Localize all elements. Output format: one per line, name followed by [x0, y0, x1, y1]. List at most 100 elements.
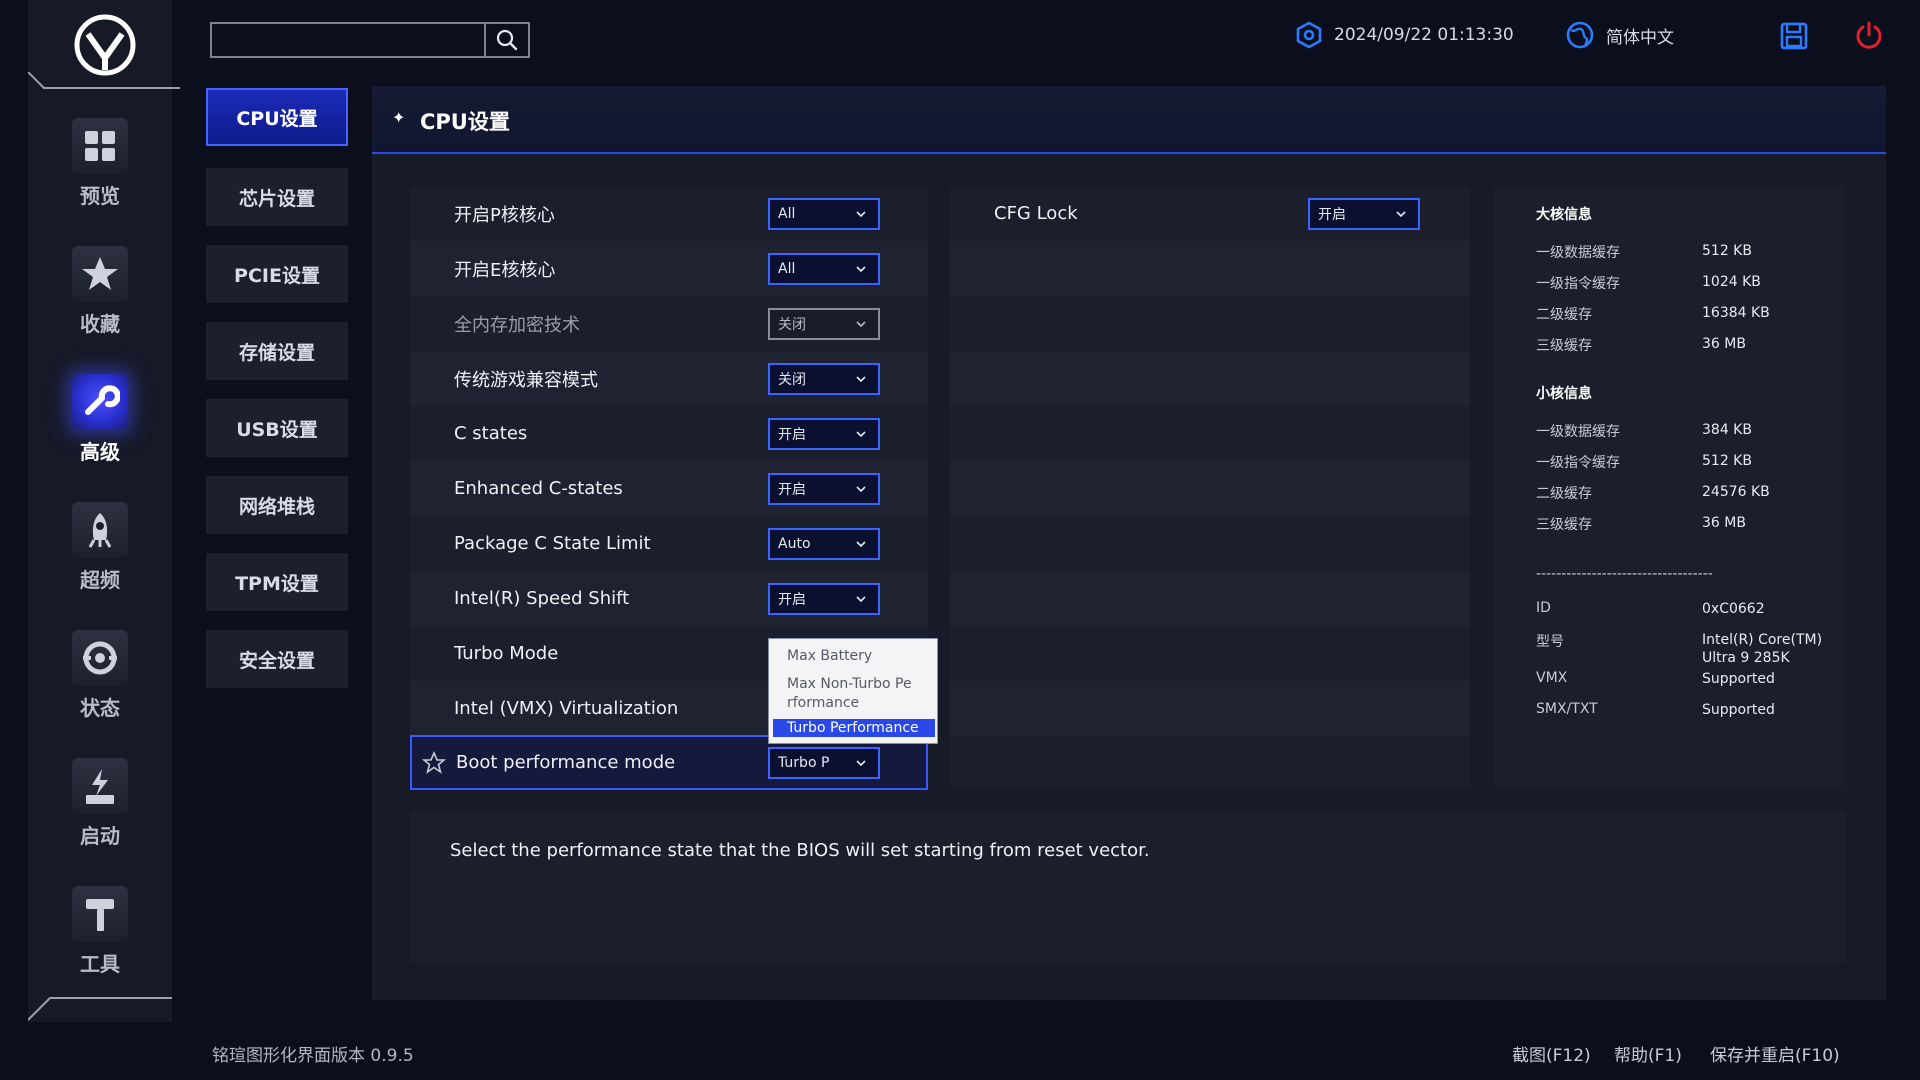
star-icon — [72, 246, 128, 302]
dropdown-option[interactable]: Max Battery — [773, 647, 935, 665]
tab-cpu-settings[interactable]: CPU设置 — [206, 88, 348, 146]
dropdown-option[interactable]: rformance — [773, 694, 935, 712]
nav-item-boot[interactable]: 启动 — [28, 758, 172, 868]
setting-row[interactable]: Intel(R) Speed Shift 开启 — [410, 571, 928, 626]
tab-storage-settings[interactable]: 存储设置 — [206, 322, 348, 380]
chevron-down-icon — [856, 265, 866, 272]
dropdown-option-selected[interactable]: Turbo Performance — [773, 719, 935, 737]
setting-row[interactable]: 开启P核核心 All — [410, 186, 928, 241]
search-input[interactable] — [210, 22, 486, 58]
info-key: 一级指令缓存 — [1536, 455, 1620, 471]
info-value: 512 KB — [1702, 243, 1752, 259]
search-button[interactable] — [484, 22, 530, 58]
info-key: 一级数据缓存 — [1536, 424, 1620, 440]
nav-label: 高级 — [80, 440, 120, 464]
tab-security-settings[interactable]: 安全设置 — [206, 630, 348, 688]
setting-label: 传统游戏兼容模式 — [454, 369, 598, 391]
tab-pcie-settings[interactable]: PCIE设置 — [206, 245, 348, 303]
setting-dropdown[interactable]: 开启 — [768, 417, 880, 450]
empty-row — [950, 516, 1470, 571]
nav-label: 状态 — [80, 696, 120, 720]
help-key[interactable]: 帮助(F1) — [1614, 1041, 1682, 1066]
chevron-down-icon — [856, 210, 866, 217]
dropdown-value: 关闭 — [778, 316, 806, 333]
tab-tpm-settings[interactable]: TPM设置 — [206, 553, 348, 611]
info-key: 型号 — [1536, 634, 1564, 650]
nav-label: 预览 — [80, 184, 120, 208]
setting-row[interactable]: CFG Lock 开启 — [950, 186, 1470, 241]
setting-row[interactable]: 传统游戏兼容模式 关闭 — [410, 351, 928, 406]
setting-dropdown[interactable]: All — [768, 197, 880, 230]
status-icon — [72, 630, 128, 686]
nav-item-favorites[interactable]: 收藏 — [28, 246, 172, 356]
chevron-down-icon — [856, 320, 866, 327]
setting-dropdown[interactable]: Turbo P — [768, 746, 880, 779]
setting-label: C states — [454, 423, 528, 444]
info-key: 二级缓存 — [1536, 486, 1592, 502]
dropdown-popup: Max Battery Max Non-Turbo Pe rformance T… — [768, 638, 938, 744]
nav-item-status[interactable]: 状态 — [28, 630, 172, 740]
save-restart-key[interactable]: 保存并重启(F10) — [1710, 1041, 1840, 1066]
dropdown-option[interactable]: Max Non-Turbo Pe — [773, 675, 935, 693]
setting-row[interactable]: 全内存加密技术 关闭 — [410, 296, 928, 351]
dropdown-value: 开启 — [778, 481, 806, 498]
setting-row[interactable]: Package C State Limit Auto — [410, 516, 928, 571]
info-key: VMX — [1536, 670, 1568, 686]
info-value: Supported — [1702, 671, 1775, 687]
setting-row[interactable]: 开启E核核心 All — [410, 241, 928, 296]
info-value: 36 MB — [1702, 336, 1746, 352]
chevron-down-icon — [856, 595, 866, 602]
settings-hex-icon — [1296, 21, 1322, 49]
wrench-icon — [72, 374, 128, 430]
info-key: 一级指令缓存 — [1536, 276, 1620, 292]
info-divider: ----------------------------------- — [1536, 566, 1713, 582]
setting-label: 全内存加密技术 — [454, 314, 580, 336]
chevron-down-icon — [1396, 210, 1406, 217]
ssd-icon — [72, 758, 128, 814]
info-value: 24576 KB — [1702, 484, 1770, 500]
empty-row — [950, 296, 1470, 351]
version-text: 铭瑄图形化界面版本 0.9.5 — [212, 1046, 414, 1066]
setting-label: Enhanced C-states — [454, 478, 623, 499]
brand-logo — [74, 14, 136, 76]
language-selector[interactable]: 简体中文 — [1566, 18, 1674, 52]
section-bullet-icon: ✦ — [392, 108, 406, 127]
nav-label: 工具 — [80, 952, 120, 976]
setting-row[interactable]: C states 开启 — [410, 406, 928, 461]
tab-usb-settings[interactable]: USB设置 — [206, 399, 348, 457]
screenshot-key[interactable]: 截图(F12) — [1512, 1041, 1591, 1066]
small-core-title: 小核信息 — [1536, 386, 1592, 402]
empty-row — [950, 681, 1470, 736]
nav-label: 启动 — [80, 824, 120, 848]
dropdown-value: 开启 — [778, 426, 806, 443]
chevron-down-icon — [856, 430, 866, 437]
nav-item-tools[interactable]: 工具 — [28, 886, 172, 996]
chevron-down-icon — [856, 485, 866, 492]
nav-item-preview[interactable]: 预览 — [28, 118, 172, 228]
dropdown-value: 开启 — [778, 591, 806, 608]
nav-label: 收藏 — [80, 312, 120, 336]
power-icon[interactable] — [1854, 20, 1884, 50]
setting-dropdown[interactable]: Auto — [768, 527, 880, 560]
nav-item-overclock[interactable]: 超频 — [28, 502, 172, 612]
setting-label: Boot performance mode — [456, 752, 676, 773]
settings-column-right: CFG Lock 开启 — [950, 186, 1470, 788]
tab-network-stack[interactable]: 网络堆栈 — [206, 476, 348, 534]
setting-dropdown[interactable]: 开启 — [768, 472, 880, 505]
setting-dropdown[interactable]: 开启 — [768, 582, 880, 615]
datetime-display[interactable]: 2024/09/22 01:13:30 — [1296, 18, 1514, 52]
setting-label: Intel(R) Speed Shift — [454, 588, 630, 609]
chevron-down-icon — [856, 759, 866, 766]
setting-dropdown[interactable]: 开启 — [1308, 197, 1420, 230]
setting-dropdown[interactable]: All — [768, 252, 880, 285]
nav-item-advanced[interactable]: 高级 — [28, 374, 172, 484]
setting-row[interactable]: Enhanced C-states 开启 — [410, 461, 928, 516]
setting-dropdown[interactable]: 关闭 — [768, 362, 880, 395]
star-outline-icon[interactable] — [422, 751, 446, 775]
save-icon[interactable] — [1780, 22, 1808, 50]
info-key: 三级缓存 — [1536, 338, 1592, 354]
setting-label: Intel (VMX) Virtualization — [454, 698, 679, 719]
chevron-down-icon — [856, 375, 866, 382]
tab-chipset-settings[interactable]: 芯片设置 — [206, 168, 348, 226]
info-key: ID — [1536, 600, 1551, 616]
